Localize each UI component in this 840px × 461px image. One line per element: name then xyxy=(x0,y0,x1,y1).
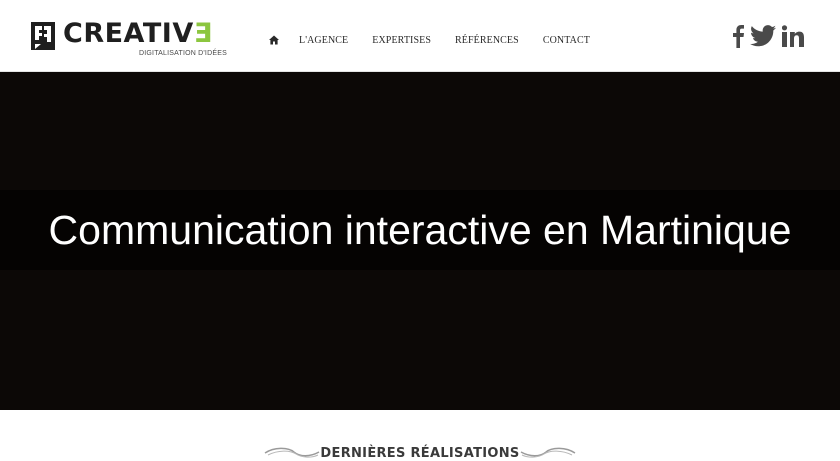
facebook-icon xyxy=(733,25,744,48)
section-title: DERNIÈRES RÉALISATIONS xyxy=(320,446,520,461)
brand-logo[interactable]: CREATIVƎ DIGITALISATION D'IDÉES xyxy=(31,18,227,60)
nav-item-expertises[interactable]: EXPERTISES xyxy=(372,35,431,46)
nav-item-references[interactable]: RÉFÉRENCES xyxy=(455,35,519,46)
facebook-link[interactable] xyxy=(732,24,744,53)
hero-title-band: Communication interactive en Martinique xyxy=(0,190,840,270)
main-nav: L'AGENCE EXPERTISES RÉFÉRENCES CONTACT xyxy=(269,33,614,47)
social-links xyxy=(726,24,804,53)
nav-item-contact[interactable]: CONTACT xyxy=(543,35,590,46)
brand-name-accent: Ǝ xyxy=(193,18,213,49)
site-header: CREATIVƎ DIGITALISATION D'IDÉES L'AGENCE… xyxy=(0,0,840,72)
twitter-link[interactable] xyxy=(750,25,776,52)
twitter-icon xyxy=(750,25,776,47)
hero-banner: Communication interactive en Martinique xyxy=(0,72,840,410)
brand-name-main: CREATIV xyxy=(63,18,194,49)
brand-mark-icon xyxy=(31,22,55,50)
nav-item-agence[interactable]: L'AGENCE xyxy=(299,35,348,46)
hero-title: Communication interactive en Martinique xyxy=(48,207,792,253)
brand-name: CREATIVƎ xyxy=(63,18,213,50)
section-heading: DERNIÈRES RÉALISATIONS xyxy=(0,436,840,461)
linkedin-link[interactable] xyxy=(781,25,804,52)
flourish-right-icon xyxy=(520,447,576,458)
linkedin-icon xyxy=(781,25,804,47)
brand-tagline: DIGITALISATION D'IDÉES xyxy=(139,50,227,57)
home-icon[interactable] xyxy=(269,35,279,45)
